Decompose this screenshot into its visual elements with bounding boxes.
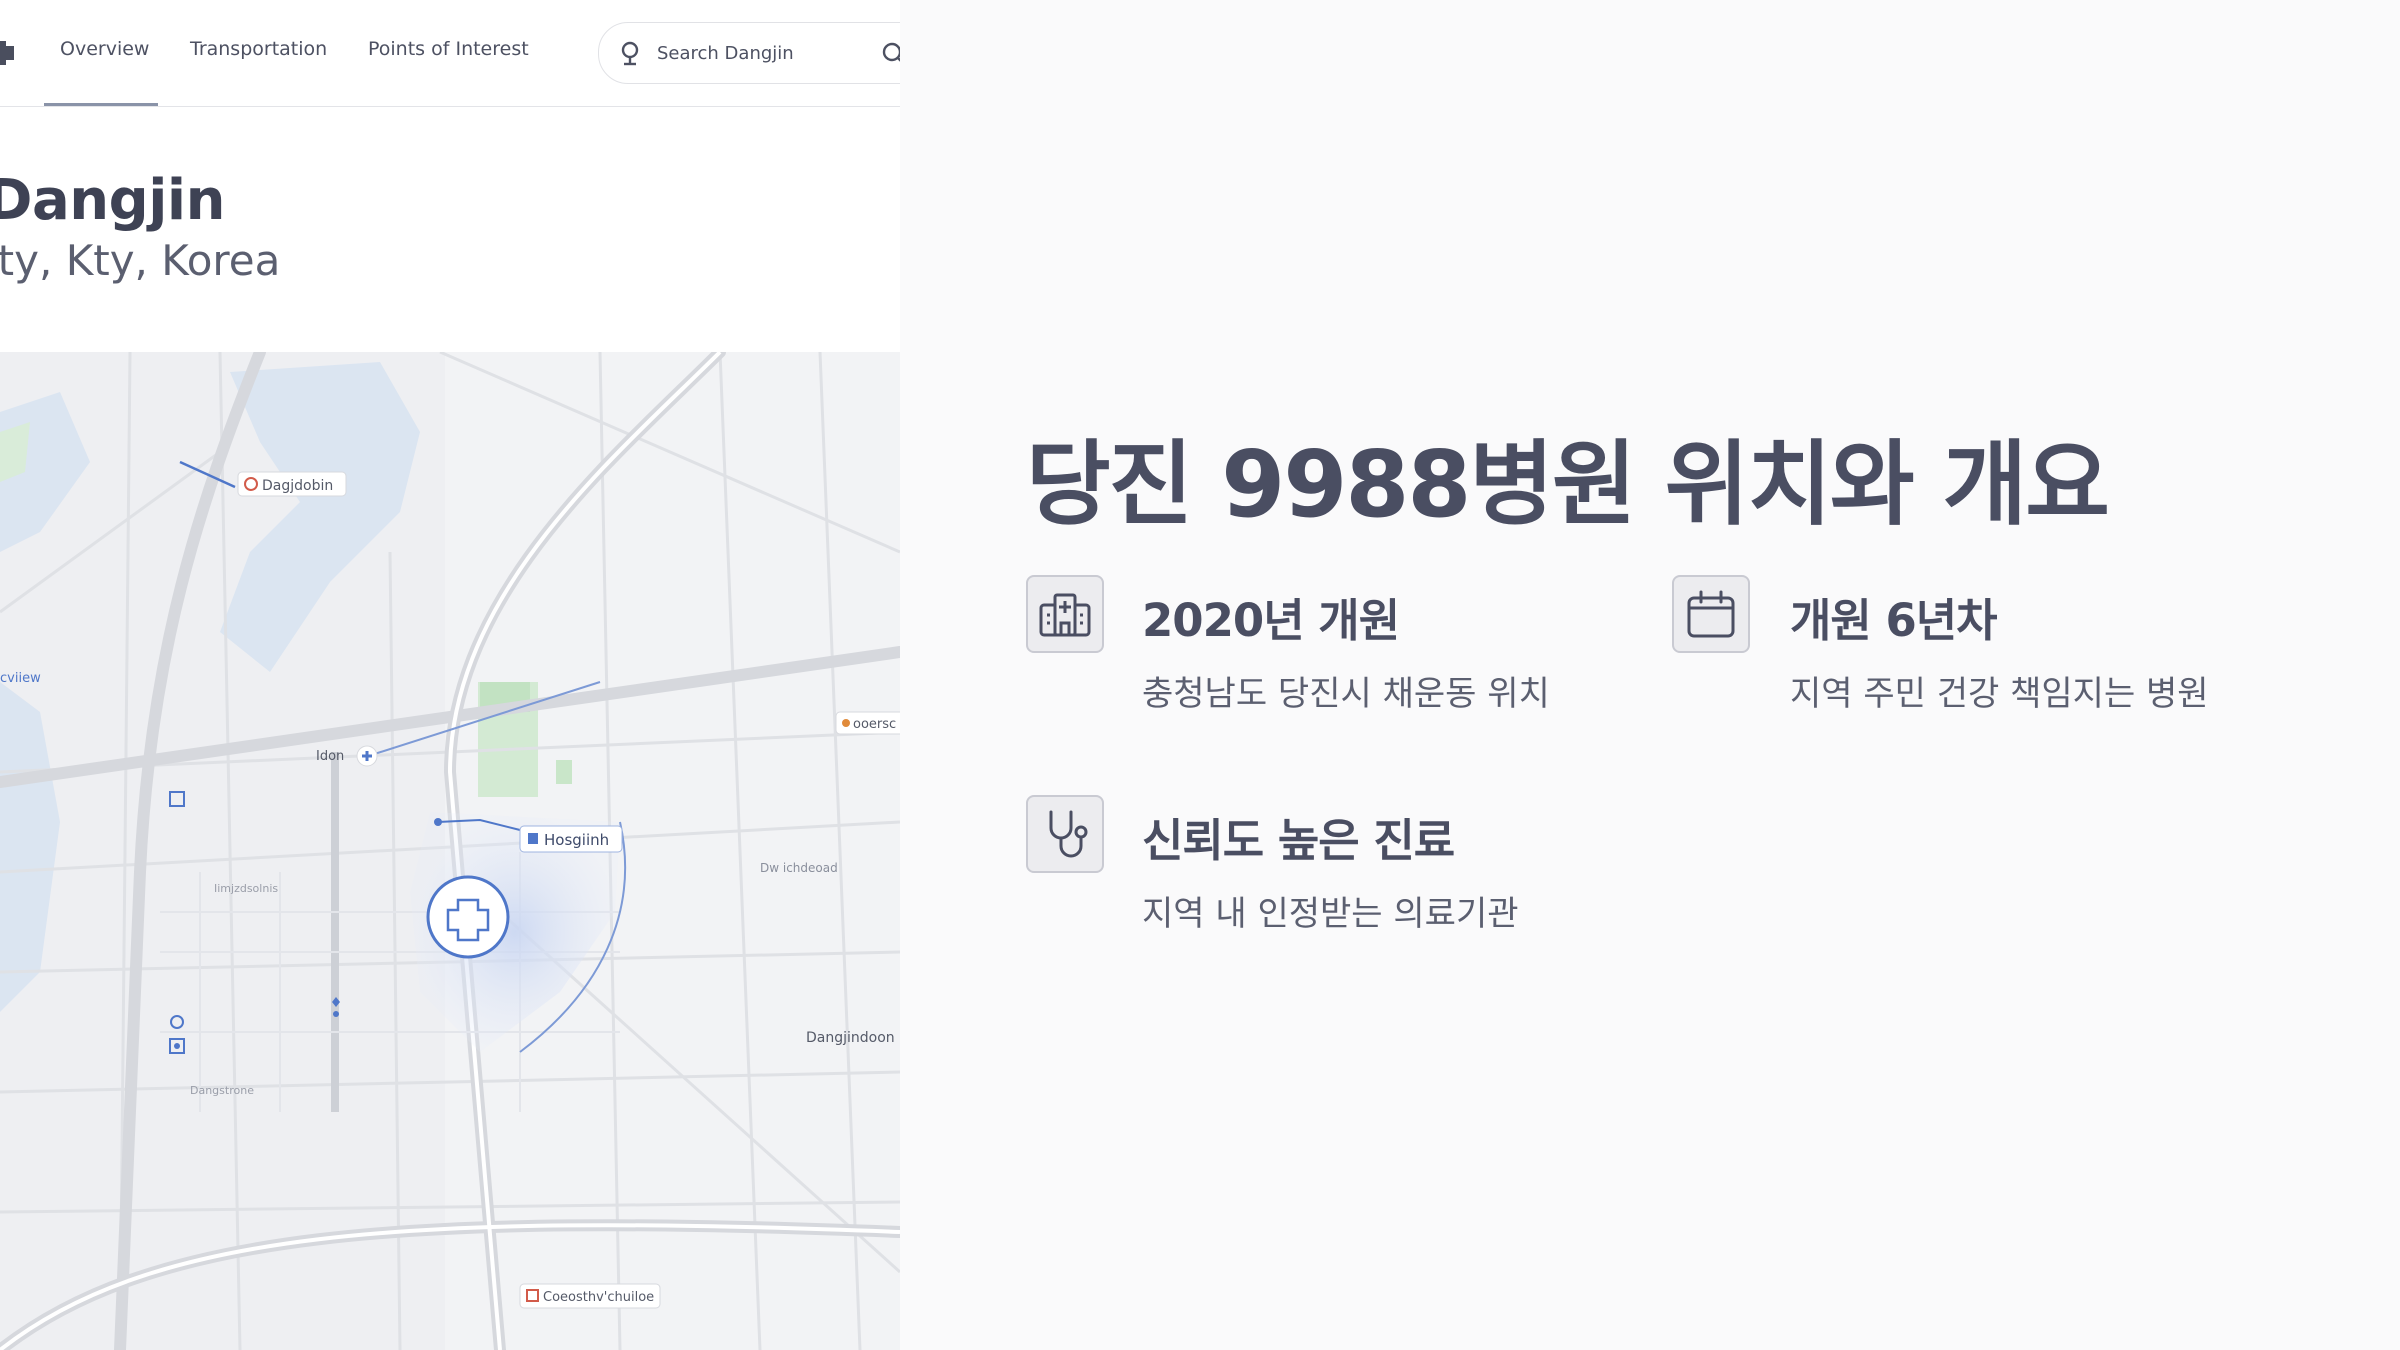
tab-points-of-interest[interactable]: Points of Interest — [368, 38, 529, 60]
map-label-north[interactable]: Dagjdobin — [237, 471, 347, 497]
feature-desc-location: 충청남도 당진시 채운동 위치 — [1142, 674, 1550, 714]
map-canvas[interactable]: Dagjdobin cviiew Idon ooersc Hosgiinh Dw… — [0, 352, 900, 1350]
map-label-street-a: Iimjzdsolnis — [214, 882, 278, 895]
map-label-south[interactable]: Coeosthv'chuiloe — [519, 1283, 661, 1309]
search-input[interactable] — [655, 37, 859, 69]
page-heading: 당진 9988병원 위치와 개요 — [1026, 431, 2110, 538]
map-label-hospital[interactable]: Hosgiinh — [519, 825, 623, 853]
map-label-south-east: Dangjindoon — [806, 1030, 895, 1046]
map-label-east[interactable]: ooersc — [835, 711, 900, 735]
svg-text:Hosgiinh: Hosgiinh — [544, 831, 609, 849]
map-panel: Overview Transportation Points of Intere… — [0, 0, 900, 1350]
hospital-icon — [1026, 575, 1104, 653]
location-pin-icon — [621, 41, 639, 66]
stethoscope-icon — [1026, 795, 1104, 873]
place-subtitle: ity, Kty, Korea — [0, 236, 281, 285]
map[interactable]: Dagjdobin cviiew Idon ooersc Hosgiinh Dw… — [0, 352, 900, 1350]
calendar-icon — [1672, 575, 1750, 653]
feature-desc-community: 지역 주민 건강 책임지는 병원 — [1790, 674, 2209, 714]
svg-text:Dagjdobin: Dagjdobin — [262, 478, 333, 494]
map-label-street-b: Dangstrone — [190, 1084, 254, 1097]
map-label-west: cviiew — [0, 671, 41, 686]
active-tab-indicator — [44, 103, 158, 106]
feature-desc-recognized: 지역 내 인정받는 의료기관 — [1142, 894, 1519, 934]
place-title: Dangjin — [0, 168, 225, 233]
search-box[interactable] — [598, 22, 900, 84]
feature-title-opened: 2020년 개원 — [1142, 594, 1400, 647]
tab-transportation[interactable]: Transportation — [190, 38, 327, 60]
svg-text:ooersc: ooersc — [853, 717, 896, 732]
map-label-road: Dw ichdeoad — [760, 861, 838, 875]
tab-overview[interactable]: Overview — [60, 38, 149, 60]
logo-icon — [0, 41, 14, 65]
top-navigation: Overview Transportation Points of Intere… — [0, 0, 900, 107]
feature-title-trust: 신뢰도 높은 진료 — [1142, 814, 1455, 867]
map-label-center-left: Idon — [316, 749, 344, 764]
search-icon[interactable] — [881, 41, 900, 65]
plus-marker-icon[interactable] — [356, 745, 378, 767]
hospital-marker-icon[interactable] — [426, 875, 510, 959]
feature-title-years: 개원 6년차 — [1790, 594, 1998, 647]
svg-text:Coeosthv'chuiloe: Coeosthv'chuiloe — [543, 1290, 654, 1305]
